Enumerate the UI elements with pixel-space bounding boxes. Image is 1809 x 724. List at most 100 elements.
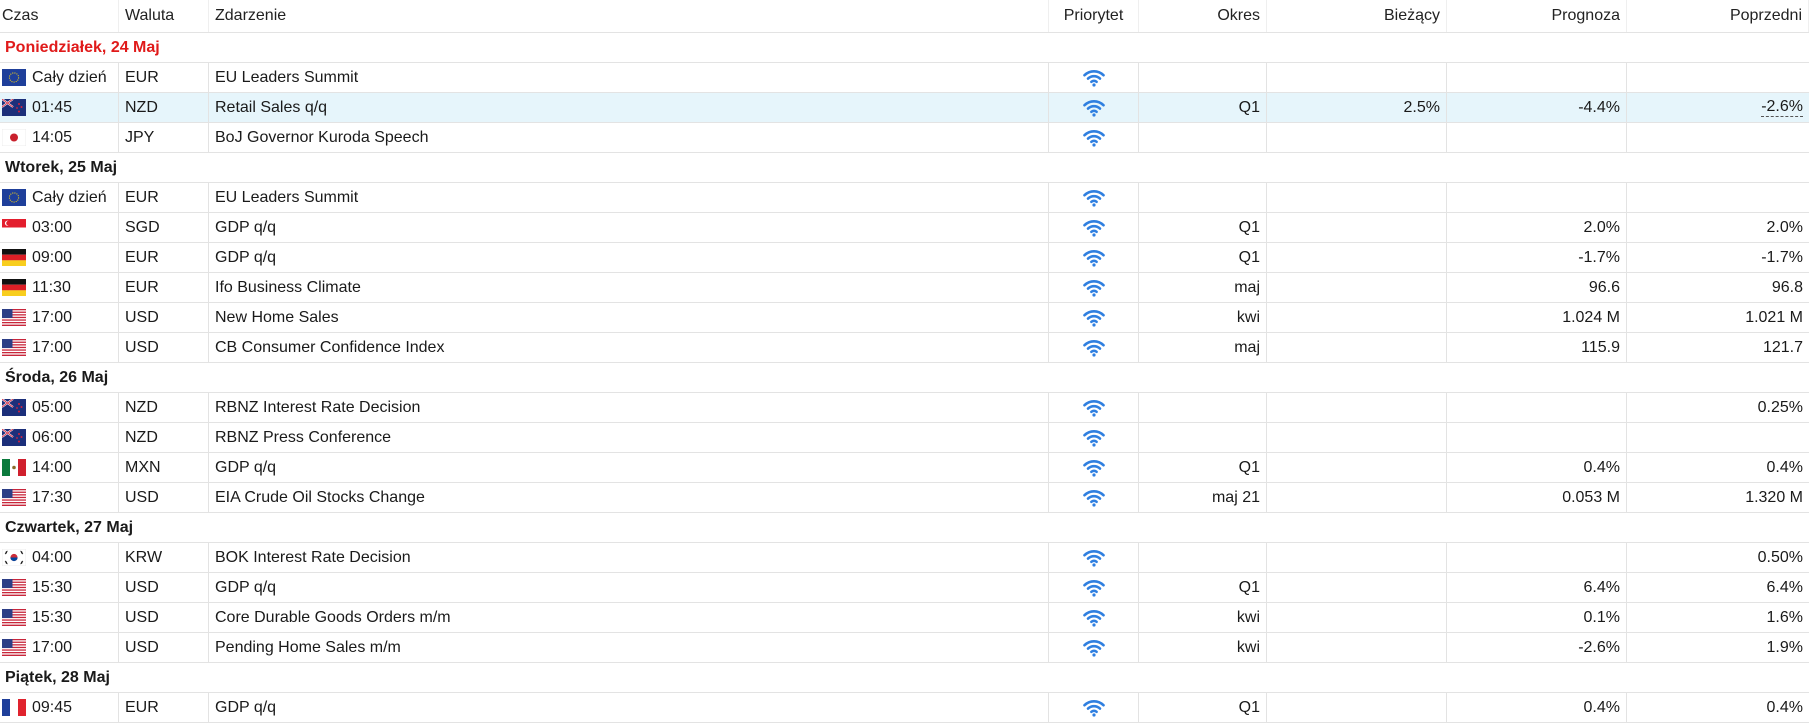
priority-cell	[1049, 303, 1139, 332]
nz-flag-icon	[2, 429, 26, 446]
column-header-actual[interactable]: Bieżący	[1267, 0, 1447, 32]
period-cell: maj 21	[1139, 483, 1267, 512]
previous-cell: 2.0%	[1627, 213, 1809, 242]
table-row[interactable]: 04:00 KRW BOK Interest Rate Decision 0.5…	[0, 543, 1809, 573]
time-cell: 15:30	[0, 603, 119, 632]
forecast-cell: 96.6	[1447, 273, 1627, 302]
priority-cell	[1049, 693, 1139, 722]
day-header: Środa, 26 Maj	[0, 363, 1809, 393]
actual-cell	[1267, 573, 1447, 602]
column-header-previous[interactable]: Poprzedni	[1627, 0, 1809, 32]
previous-value: -2.6%	[1761, 98, 1803, 117]
event-cell: New Home Sales	[209, 303, 1049, 332]
period-cell: kwi	[1139, 603, 1267, 632]
period-cell	[1139, 63, 1267, 92]
us-flag-icon	[2, 579, 26, 596]
previous-value: 1.9%	[1766, 638, 1803, 656]
forecast-cell: -2.6%	[1447, 633, 1627, 662]
currency-cell: EUR	[119, 693, 209, 722]
actual-cell	[1267, 423, 1447, 452]
table-row[interactable]: 15:30 USD GDP q/q Q1 6.4% 6.4%	[0, 573, 1809, 603]
actual-cell	[1267, 693, 1447, 722]
day-label: Środa, 26 Maj	[5, 368, 109, 386]
forecast-cell	[1447, 423, 1627, 452]
forecast-cell	[1447, 393, 1627, 422]
table-row[interactable]: 11:30 EUR Ifo Business Climate maj 96.6 …	[0, 273, 1809, 303]
table-row[interactable]: 15:30 USD Core Durable Goods Orders m/m …	[0, 603, 1809, 633]
economic-calendar-grid: Czas Waluta Zdarzenie Priorytet Okres Bi…	[0, 0, 1809, 723]
period-cell	[1139, 393, 1267, 422]
currency-cell: NZD	[119, 423, 209, 452]
previous-cell: 1.021 M	[1627, 303, 1809, 332]
event-cell: BOK Interest Rate Decision	[209, 543, 1049, 572]
previous-cell	[1627, 63, 1809, 92]
priority-cell	[1049, 543, 1139, 572]
table-row[interactable]: Cały dzień EUR EU Leaders Summit	[0, 183, 1809, 213]
column-header-event[interactable]: Zdarzenie	[209, 0, 1049, 32]
priority-signal-icon	[1082, 309, 1105, 327]
column-header-time[interactable]: Czas	[0, 0, 119, 32]
column-header-forecast[interactable]: Prognoza	[1447, 0, 1627, 32]
event-cell: GDP q/q	[209, 243, 1049, 272]
forecast-cell: -1.7%	[1447, 243, 1627, 272]
day-header: Wtorek, 25 Maj	[0, 153, 1809, 183]
currency-cell: SGD	[119, 213, 209, 242]
previous-value: 121.7	[1762, 338, 1803, 356]
event-cell: GDP q/q	[209, 453, 1049, 482]
table-row[interactable]: 06:00 NZD RBNZ Press Conference	[0, 423, 1809, 453]
priority-signal-icon	[1082, 609, 1105, 627]
currency-cell: NZD	[119, 93, 209, 122]
de-flag-icon	[2, 279, 26, 296]
table-row[interactable]: 09:45 EUR GDP q/q Q1 0.4% 0.4%	[0, 693, 1809, 723]
table-row[interactable]: 05:00 NZD RBNZ Interest Rate Decision 0.…	[0, 393, 1809, 423]
priority-cell	[1049, 93, 1139, 122]
actual-cell	[1267, 603, 1447, 632]
time-value: Cały dzień	[32, 188, 107, 206]
time-value: 03:00	[32, 218, 73, 236]
jp-flag-icon	[2, 129, 26, 146]
forecast-cell	[1447, 183, 1627, 212]
time-value: 17:00	[32, 338, 73, 356]
table-row[interactable]: 17:30 USD EIA Crude Oil Stocks Change ma…	[0, 483, 1809, 513]
column-header-priority[interactable]: Priorytet	[1049, 0, 1139, 32]
time-value: Cały dzień	[32, 68, 107, 86]
table-row[interactable]: Cały dzień EUR EU Leaders Summit	[0, 63, 1809, 93]
priority-signal-icon	[1082, 249, 1105, 267]
previous-value: 0.4%	[1766, 458, 1803, 476]
priority-cell	[1049, 333, 1139, 362]
sg-flag-icon	[2, 219, 26, 236]
currency-cell: KRW	[119, 543, 209, 572]
event-cell: RBNZ Interest Rate Decision	[209, 393, 1049, 422]
actual-cell	[1267, 303, 1447, 332]
table-row[interactable]: 17:00 USD New Home Sales kwi 1.024 M 1.0…	[0, 303, 1809, 333]
actual-cell	[1267, 63, 1447, 92]
time-value: 04:00	[32, 548, 73, 566]
table-row[interactable]: 14:05 JPY BoJ Governor Kuroda Speech	[0, 123, 1809, 153]
time-cell: 17:00	[0, 633, 119, 662]
currency-cell: JPY	[119, 123, 209, 152]
time-cell: 09:45	[0, 693, 119, 722]
table-row[interactable]: 01:45 NZD Retail Sales q/q Q1 2.5% -4.4%…	[0, 93, 1809, 123]
priority-cell	[1049, 423, 1139, 452]
priority-signal-icon	[1082, 549, 1105, 567]
table-row[interactable]: 03:00 SGD GDP q/q Q1 2.0% 2.0%	[0, 213, 1809, 243]
previous-cell: 0.4%	[1627, 693, 1809, 722]
period-cell: Q1	[1139, 243, 1267, 272]
table-row[interactable]: 09:00 EUR GDP q/q Q1 -1.7% -1.7%	[0, 243, 1809, 273]
previous-cell	[1627, 183, 1809, 212]
period-cell: Q1	[1139, 213, 1267, 242]
table-row[interactable]: 14:00 MXN GDP q/q Q1 0.4% 0.4%	[0, 453, 1809, 483]
column-header-currency[interactable]: Waluta	[119, 0, 209, 32]
column-header-period[interactable]: Okres	[1139, 0, 1267, 32]
forecast-cell: 2.0%	[1447, 213, 1627, 242]
previous-cell: 0.25%	[1627, 393, 1809, 422]
period-cell: Q1	[1139, 573, 1267, 602]
table-row[interactable]: 17:00 USD Pending Home Sales m/m kwi -2.…	[0, 633, 1809, 663]
priority-signal-icon	[1082, 579, 1105, 597]
priority-signal-icon	[1082, 639, 1105, 657]
us-flag-icon	[2, 639, 26, 656]
priority-cell	[1049, 63, 1139, 92]
table-row[interactable]: 17:00 USD CB Consumer Confidence Index m…	[0, 333, 1809, 363]
previous-cell: 121.7	[1627, 333, 1809, 362]
time-cell: 09:00	[0, 243, 119, 272]
